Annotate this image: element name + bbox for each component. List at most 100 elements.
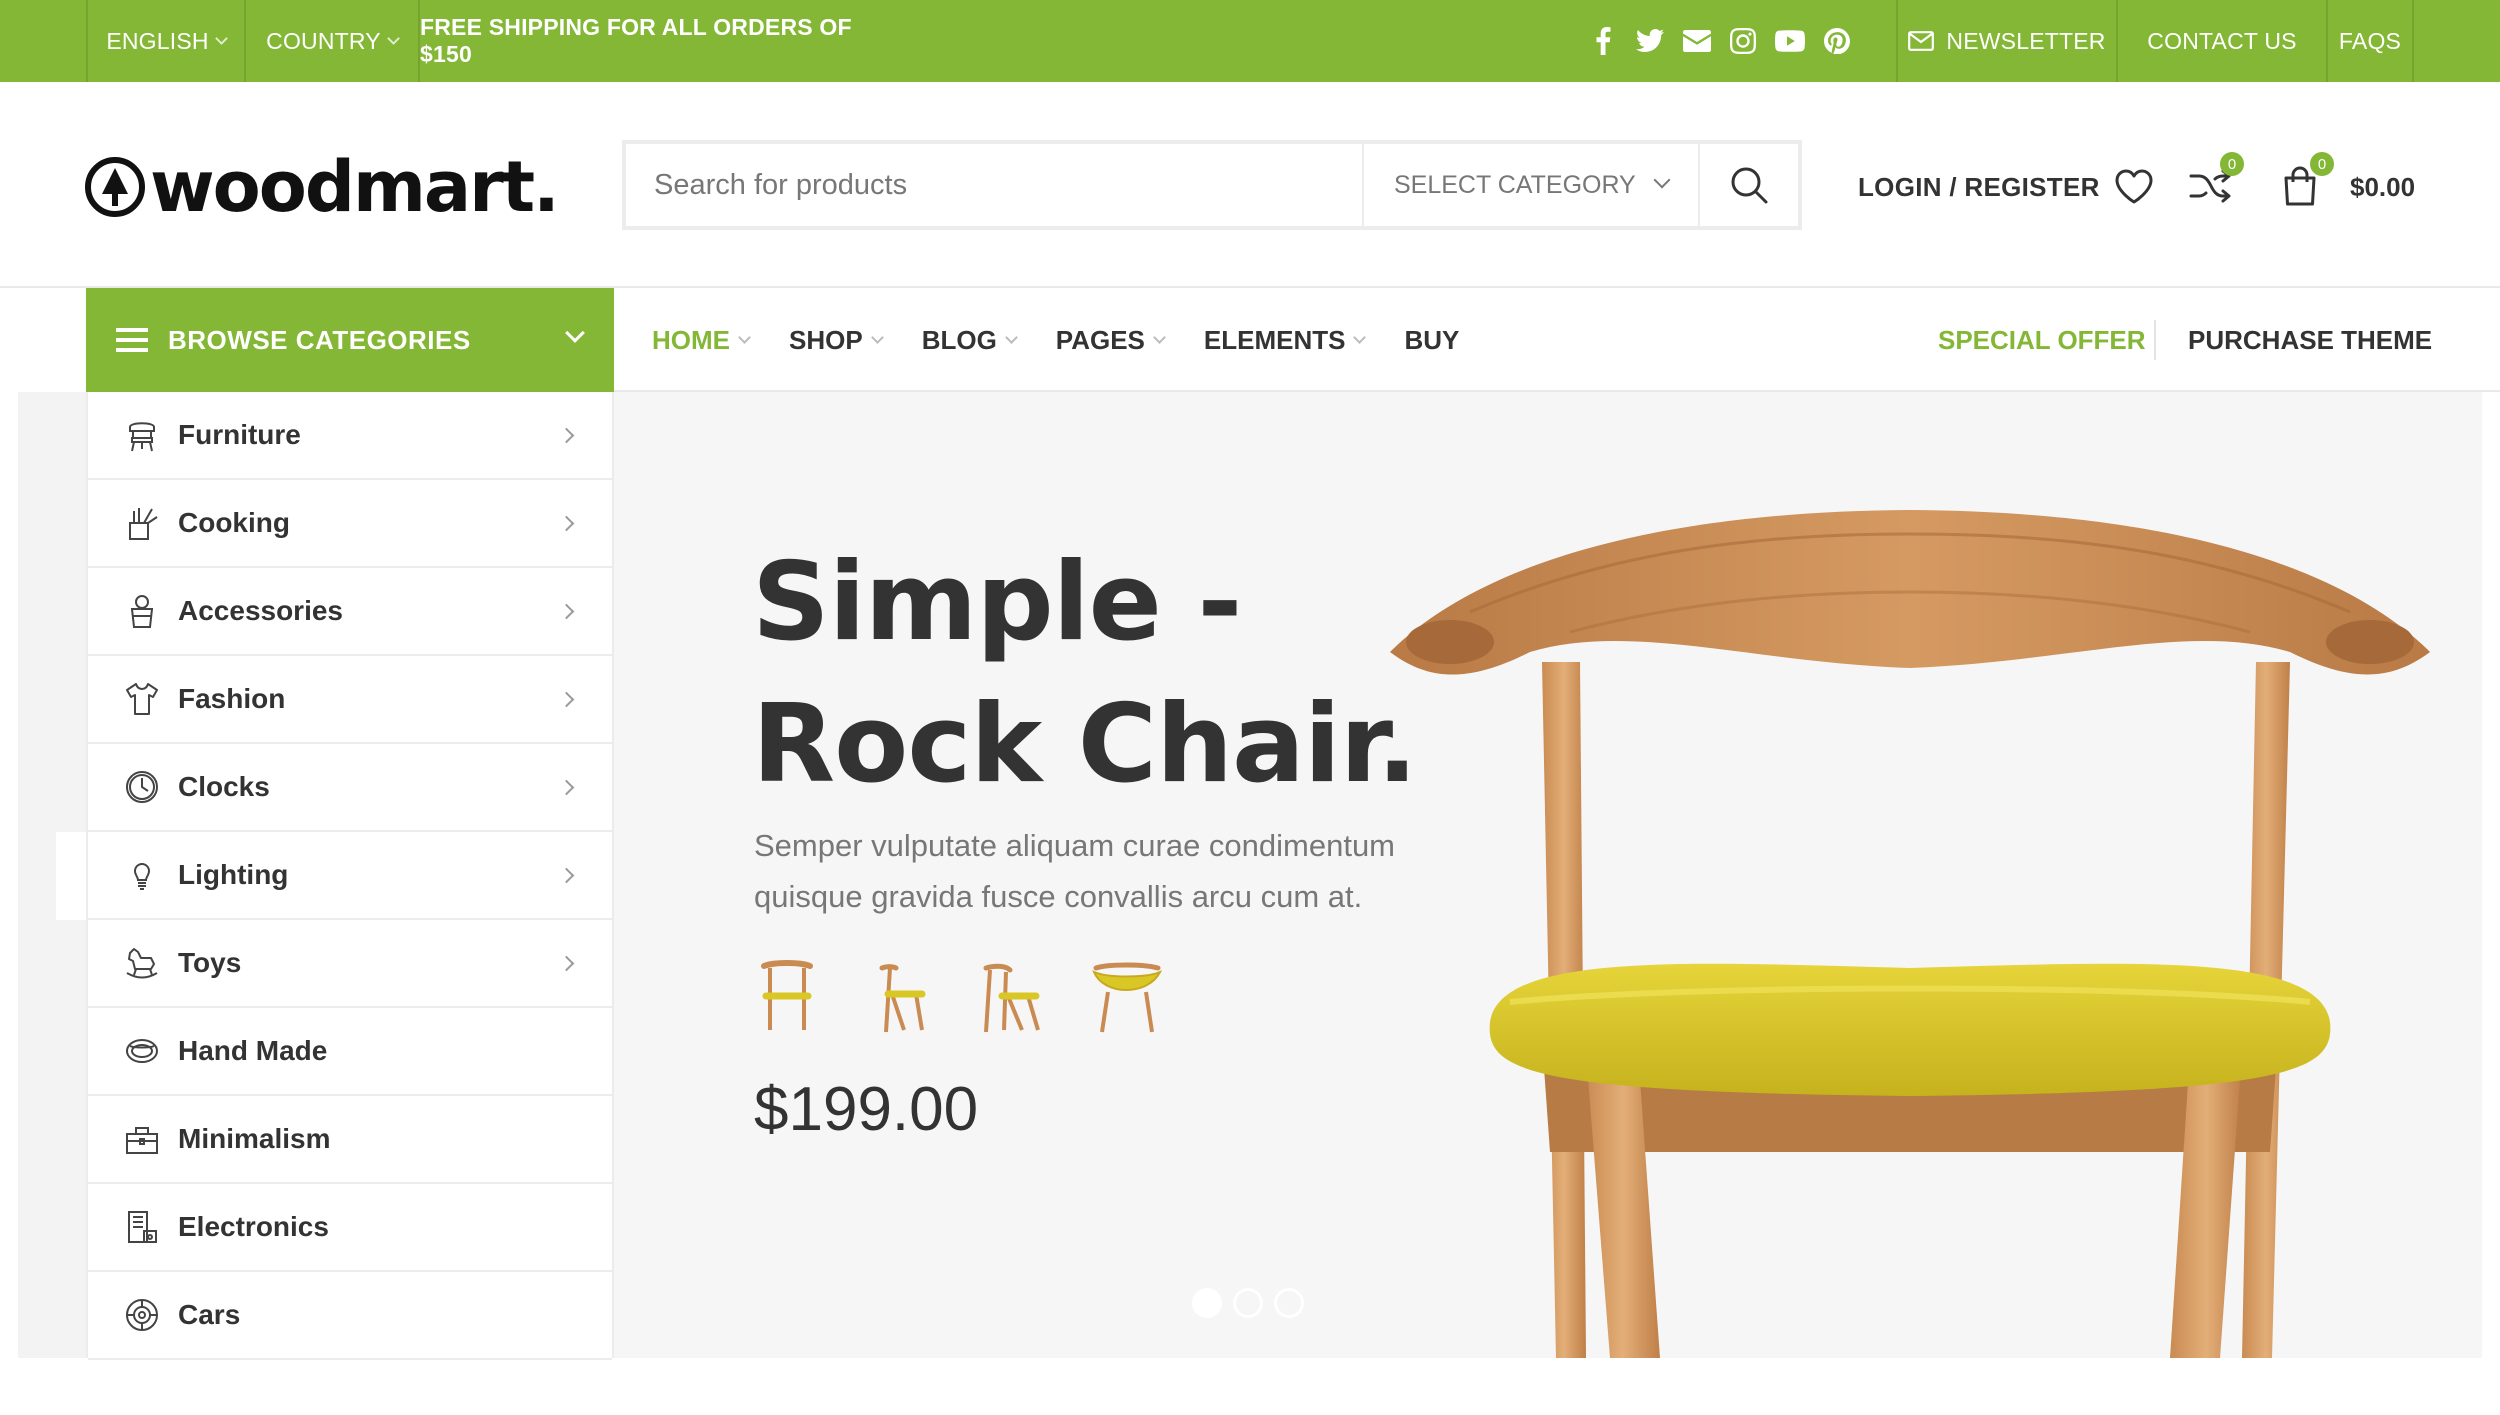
pinterest-icon[interactable] [1813,0,1860,82]
hero-description: Semper vulputate aliquam curae condiment… [754,828,1396,914]
top-bar: ENGLISH COUNTRY FREE SHIPPING FOR ALL OR… [0,0,2500,82]
category-item-minimalism[interactable]: Minimalism [88,1096,612,1184]
instagram-icon[interactable] [1720,0,1767,82]
special-offer-label: SPECIAL OFFER [1938,324,2146,355]
shirt-icon [122,679,162,719]
cart-total[interactable]: $0.00 [2350,164,2415,210]
twitter-icon[interactable] [1627,0,1674,82]
category-item-furniture[interactable]: Furniture [88,392,612,480]
left-background-strip [18,392,86,1358]
nav-item-label: ELEMENTS [1203,324,1346,355]
category-item-toys[interactable]: Toys [88,920,612,1008]
category-label: Cooking [178,507,290,538]
category-label: Electronics [178,1211,329,1242]
clock-icon [122,767,162,807]
category-label: Clocks [178,771,270,802]
chevron-down-icon [1353,331,1367,344]
purchase-theme-label: PURCHASE THEME [2188,324,2433,355]
category-label: Minimalism [178,1123,331,1154]
rocking-horse-icon [122,943,162,983]
search-button[interactable] [1698,144,1798,226]
language-label: ENGLISH [106,27,209,54]
slide-dot-1[interactable] [1192,1288,1222,1318]
nav-item-home[interactable]: HOME [652,325,751,356]
slide-dot-3[interactable] [1274,1288,1304,1318]
category-item-cooking[interactable]: Cooking [88,480,612,568]
nav-item-shop[interactable]: SHOP [789,325,884,356]
chevron-down-icon [1153,331,1166,344]
nav-item-label: BUY [1404,324,1460,355]
country-selector[interactable]: COUNTRY [244,0,418,82]
cart-button[interactable]: 0 [2274,152,2334,212]
slide-dot-2[interactable] [1233,1288,1263,1318]
main-nav: HOME SHOP BLOG PAGES ELEMENTS BUY SPECIA… [614,288,2500,392]
category-label: Lighting [178,859,289,890]
shopping-bag-icon [2284,166,2316,206]
chevron-down-icon [1004,331,1018,344]
category-item-hand-made[interactable]: Hand Made [88,1008,612,1096]
purchase-theme-link[interactable]: PURCHASE THEME [2188,288,2432,392]
heart-icon [2115,169,2153,204]
chevron-down-icon [738,331,751,344]
contact-link[interactable]: CONTACT US [2116,0,2326,82]
chevron-down-icon [565,323,585,343]
shipping-text: FREE SHIPPING FOR ALL ORDERS OF $150 [420,14,852,67]
slider-pagination [1192,1288,1315,1318]
electronics-icon [122,1207,162,1247]
language-selector[interactable]: ENGLISH [86,0,244,82]
hero-price: $199.00 [754,1075,979,1144]
category-item-lighting[interactable]: Lighting [88,832,612,920]
chair-variant-thumbnail[interactable] [752,954,842,1042]
cart-count-badge: 0 [2310,152,2334,176]
wishlist-button[interactable] [2108,160,2160,212]
login-register-link[interactable]: LOGIN / REGISTER [1858,164,2100,210]
product-variant-thumbnails [752,954,1192,1042]
browse-categories-label: BROWSE CATEGORIES [168,324,471,355]
category-label: Accessories [178,595,344,626]
category-item-accessories[interactable]: Accessories [88,568,612,656]
nav-item-elements[interactable]: ELEMENTS [1203,324,1367,356]
chair-variant-thumbnail[interactable] [1082,954,1172,1042]
compare-count-badge: 0 [2220,152,2244,176]
browse-categories-toggle[interactable]: BROWSE CATEGORIES [86,288,614,392]
chair-icon [122,415,162,455]
category-item-electronics[interactable]: Electronics [88,1184,612,1272]
category-label: Cars [178,1299,241,1330]
search-input[interactable] [626,144,1362,226]
category-select-label: SELECT CATEGORY [1394,170,1636,199]
chevron-right-icon [558,779,575,796]
login-label: LOGIN / REGISTER [1858,171,2100,202]
free-shipping-notice: FREE SHIPPING FOR ALL ORDERS OF $150 [418,0,908,82]
category-item-cars[interactable]: Cars [88,1272,612,1360]
search-icon [1731,167,1768,204]
faqs-link[interactable]: FAQS [2326,0,2414,82]
category-select[interactable]: SELECT CATEGORY [1362,144,1698,226]
chevron-right-icon [558,515,575,532]
chevron-right-icon [558,603,575,620]
category-label: Furniture [178,419,301,450]
site-logo[interactable]: woodmart. [84,142,560,232]
wheel-icon [122,1295,162,1335]
chair-variant-thumbnail[interactable] [972,954,1062,1042]
faqs-label: FAQS [2338,27,2402,54]
nav-item-blog[interactable]: BLOG [922,325,1018,356]
chevron-down-icon [386,31,400,45]
country-label: COUNTRY [266,27,381,54]
youtube-icon[interactable] [1767,0,1814,82]
cooking-icon [122,503,162,543]
nav-item-buy[interactable]: BUY [1404,325,1459,356]
newsletter-link[interactable]: NEWSLETTER [1896,0,2116,82]
special-offer-link[interactable]: SPECIAL OFFER [1938,288,2146,392]
nav-item-pages[interactable]: PAGES [1056,325,1166,356]
chair-variant-thumbnail[interactable] [862,954,952,1042]
category-label: Fashion [178,683,286,714]
compare-button[interactable]: 0 [2184,152,2244,212]
social-links [1580,0,1860,82]
category-item-fashion[interactable]: Fashion [88,656,612,744]
hero-title-line2: Rock Chair. [752,682,1418,807]
newsletter-label: NEWSLETTER [1946,27,2106,54]
facebook-icon[interactable] [1580,0,1627,82]
category-item-clocks[interactable]: Clocks [88,744,612,832]
chevron-down-icon [1653,171,1671,189]
email-icon[interactable] [1673,0,1720,82]
